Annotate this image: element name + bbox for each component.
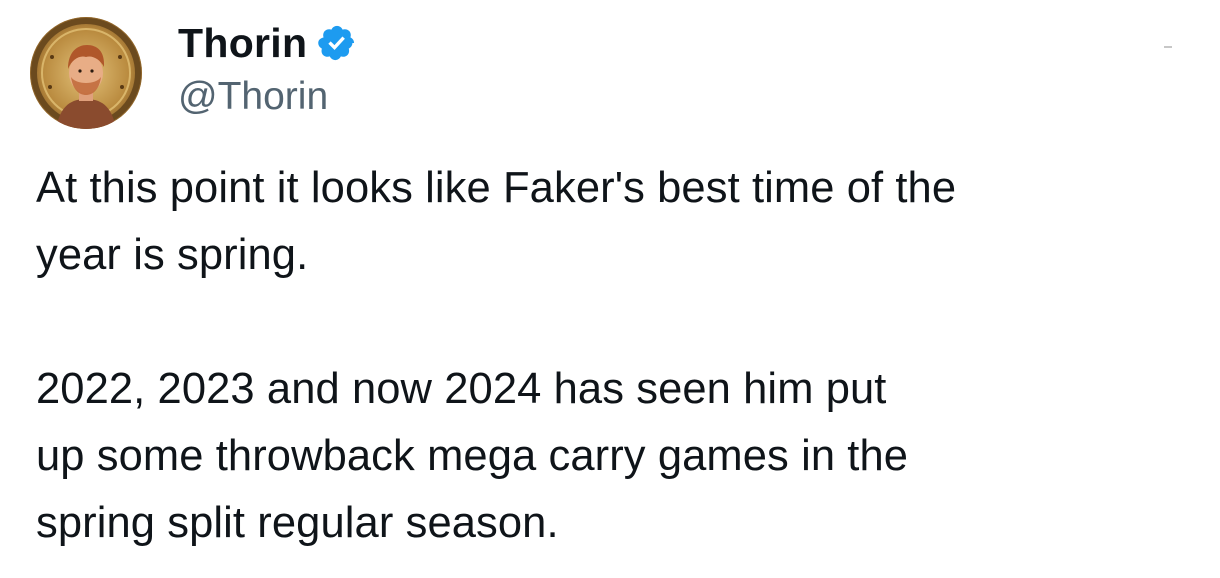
author-avatar[interactable] (30, 17, 142, 129)
tweet-text: At this point it looks like Faker's best… (36, 155, 1206, 557)
more-options-icon[interactable] (1164, 46, 1172, 48)
tweet-paragraph: 2022, 2023 and now 2024 has seen him put… (36, 365, 909, 547)
author-handle[interactable]: @Thorin (178, 71, 357, 123)
author-name-row: Thorin (178, 18, 357, 68)
author-info: Thorin @Thorin (178, 18, 357, 123)
avatar-portrait-icon (30, 17, 142, 129)
verified-badge-icon[interactable] (317, 23, 357, 63)
tweet-paragraph: At this point it looks like Faker's best… (36, 164, 957, 279)
author-display-name[interactable]: Thorin (178, 18, 307, 68)
tweet-card: Thorin @Thorin At this point it looks li… (0, 0, 1220, 578)
